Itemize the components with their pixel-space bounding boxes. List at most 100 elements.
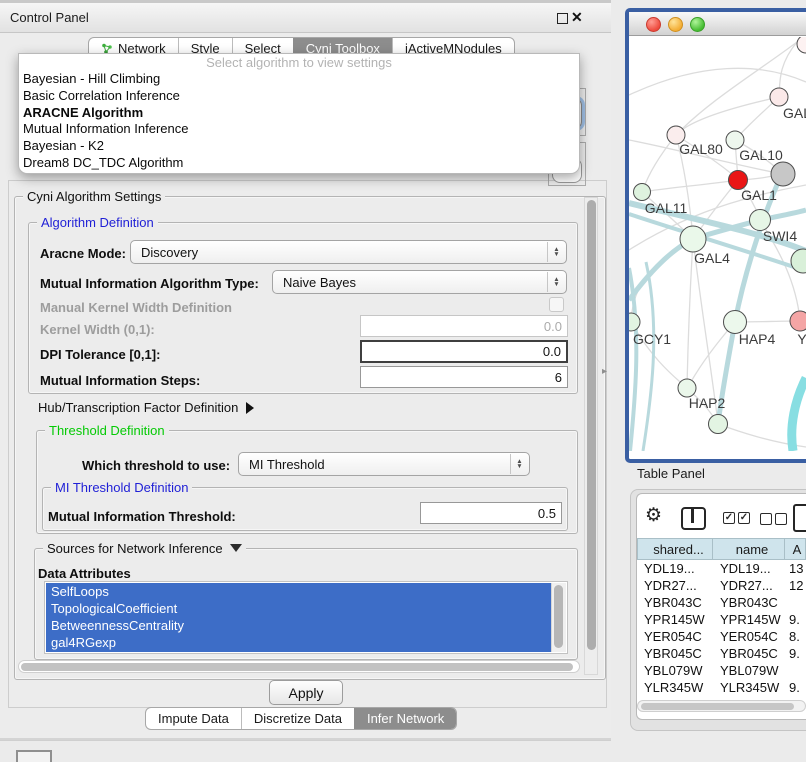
algorithm-option[interactable]: Bayesian - K2: [19, 138, 579, 155]
select-all-icon[interactable]: ✓: [723, 512, 735, 524]
table-cell: YPR145W: [713, 612, 785, 627]
table-cell: YBR043C: [713, 595, 785, 610]
dpi-tolerance-field[interactable]: 0.0: [360, 340, 568, 363]
settings-vertical-scrollbar[interactable]: [584, 197, 598, 675]
table-row[interactable]: YLR345WYLR345W9.: [637, 679, 806, 696]
table-cell: 12: [785, 578, 806, 593]
mi-steps-value: 6: [555, 370, 562, 385]
settings-horizontal-scrollbar[interactable]: [18, 660, 580, 673]
table-row[interactable]: YBR043CYBR043C: [637, 594, 806, 611]
table-function-icon[interactable]: [793, 504, 806, 532]
selected-attributes: SelfLoopsTopologicalCoefficientBetweenne…: [46, 583, 553, 652]
column-header[interactable]: name: [713, 538, 785, 560]
attributes-scrollbar[interactable]: [551, 583, 566, 652]
pane-splitter-handle[interactable]: ▸: [602, 366, 607, 377]
deselect-all-icon[interactable]: [775, 513, 787, 525]
node-label: GAL10: [739, 147, 783, 163]
mi-type-value: Naive Bayes: [283, 275, 356, 290]
table-cell: 13: [785, 561, 806, 576]
node-label: GAL4: [694, 250, 730, 266]
apply-button[interactable]: Apply: [269, 680, 343, 705]
mi-threshold-field[interactable]: 0.5: [420, 502, 562, 524]
network-node-y[interactable]: [790, 311, 806, 331]
algorithm-option[interactable]: Dream8 DC_TDC Algorithm: [19, 155, 579, 172]
table-row[interactable]: YDR27...YDR27...12: [637, 577, 806, 594]
tab-infer-network[interactable]: Infer Network: [354, 708, 456, 729]
network-node[interactable]: [791, 249, 806, 273]
table-row[interactable]: YDL19...YDL19...13: [637, 560, 806, 577]
table-settings-gear-icon[interactable]: ⚙: [645, 504, 662, 527]
control-panel-titlebar: Control Panel: [0, 3, 611, 33]
attribute-item[interactable]: gal4RGexp: [46, 634, 553, 651]
network-node[interactable]: [709, 415, 728, 434]
mi-threshold-value: 0.5: [538, 506, 556, 521]
tab-discretize-data[interactable]: Discretize Data: [241, 708, 354, 729]
spinner-arrows-icon: ▲▼: [510, 454, 528, 474]
table-row[interactable]: YPR145WYPR145W9.: [637, 611, 806, 628]
table-row[interactable]: YIL052CYIL052C9: [637, 696, 806, 699]
algorithm-option[interactable]: ARACNE Algorithm: [19, 105, 579, 122]
table-cell: YBL079W: [713, 663, 785, 678]
node-label: GAL1: [741, 187, 777, 203]
network-node-gal[interactable]: [770, 88, 788, 106]
table-cell: YDL19...: [713, 561, 785, 576]
table-row[interactable]: YBL079WYBL079W: [637, 662, 806, 679]
minimize-traffic-light-icon[interactable]: [668, 17, 683, 32]
table-cell: YBL079W: [637, 663, 713, 678]
algorithm-dropdown[interactable]: Select algorithm to view settings Bayesi…: [18, 53, 580, 174]
table-cell: YDR27...: [637, 578, 713, 593]
attribute-item[interactable]: BetweennessCentrality: [46, 617, 553, 634]
column-header[interactable]: A: [785, 538, 806, 560]
zoom-traffic-light-icon[interactable]: [690, 17, 705, 32]
network-node[interactable]: [797, 37, 806, 53]
network-node-gal4[interactable]: [680, 226, 706, 252]
table-cell: YBR045C: [637, 646, 713, 661]
control-panel-title: Control Panel: [10, 10, 89, 25]
dpi-tolerance-label: DPI Tolerance [0,1]:: [40, 347, 160, 362]
kernel-width-field[interactable]: 0.0: [360, 315, 568, 337]
close-traffic-light-icon[interactable]: [646, 17, 661, 32]
close-icon[interactable]: ✕: [571, 9, 583, 26]
algorithm-option[interactable]: Basic Correlation Inference: [19, 88, 579, 105]
network-node-gal11[interactable]: [634, 184, 651, 201]
node-label: HAP4: [739, 331, 776, 347]
panel-bottom-edge: [0, 738, 611, 740]
network-node[interactable]: [771, 162, 795, 186]
mi-type-select[interactable]: Naive Bayes ▲▼: [272, 270, 567, 294]
algorithm-option[interactable]: Bayesian - Hill Climbing: [19, 71, 579, 88]
tab-impute-data[interactable]: Impute Data: [146, 708, 241, 729]
sources-group-title[interactable]: Sources for Network Inference: [43, 541, 246, 556]
hub-definition-toggle[interactable]: Hub/Transcription Factor Definition: [38, 400, 254, 415]
table-horizontal-scrollbar[interactable]: [637, 700, 806, 712]
column-header[interactable]: shared...: [637, 538, 713, 560]
mi-steps-field[interactable]: 6: [360, 366, 568, 388]
network-node-gcy1[interactable]: [629, 313, 640, 331]
scrollbar-thumb[interactable]: [587, 200, 596, 650]
scrollbar-thumb[interactable]: [641, 703, 794, 710]
which-threshold-select[interactable]: MI Threshold ▲▼: [238, 452, 530, 476]
scrollbar-thumb[interactable]: [554, 585, 563, 648]
attribute-item[interactable]: SelfLoops: [46, 583, 553, 600]
algorithm-option[interactable]: Mutual Information Inference: [19, 121, 579, 138]
table-cell: 9: [785, 697, 806, 699]
node-label: GAL80: [679, 141, 723, 157]
network-canvas[interactable]: GALGAL80GAL10GAL1GAL11SWI4GAL4GCY1HAP4YH…: [629, 37, 806, 451]
network-window-titlebar[interactable]: [629, 12, 806, 36]
table-row[interactable]: YBR045CYBR045C9.: [637, 645, 806, 662]
minimized-panel-icon[interactable]: [16, 750, 52, 762]
attribute-item[interactable]: TopologicalCoefficient: [46, 600, 553, 617]
aracne-mode-select[interactable]: Discovery ▲▼: [130, 240, 567, 264]
tab-label: Infer Network: [367, 711, 444, 726]
table-cell: YIL052C: [637, 697, 713, 699]
select-all-icon[interactable]: ✓: [738, 512, 750, 524]
node-label: SWI4: [763, 228, 797, 244]
table-row[interactable]: YER054CYER054C8.: [637, 628, 806, 645]
deselect-all-icon[interactable]: [760, 513, 772, 525]
mi-type-label: Mutual Information Algorithm Type:: [40, 276, 259, 291]
manual-kernel-checkbox[interactable]: [549, 297, 564, 312]
float-window-icon[interactable]: [557, 13, 568, 24]
show-columns-icon[interactable]: [681, 507, 706, 530]
scrollbar-thumb[interactable]: [21, 663, 573, 671]
spinner-arrows-icon: ▲▼: [547, 272, 565, 292]
data-attributes-list[interactable]: SelfLoopsTopologicalCoefficientBetweenne…: [44, 581, 568, 654]
